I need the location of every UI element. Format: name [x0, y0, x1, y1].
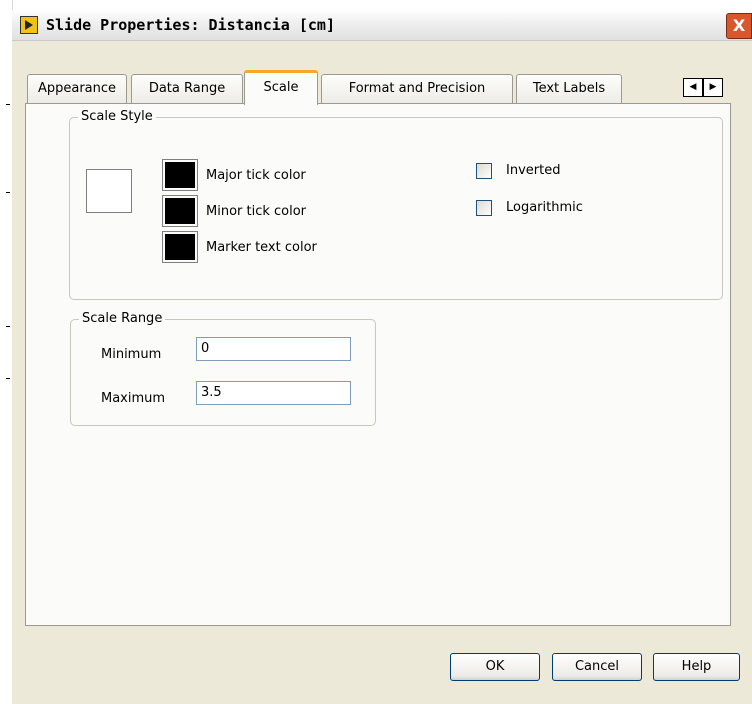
major-tick-color-label: Major tick color [206, 168, 306, 183]
triangle-right-icon[interactable]: ▶ [703, 78, 723, 97]
labview-app-icon [20, 16, 38, 34]
window-title: Slide Properties: Distancia [cm] [46, 16, 335, 34]
marker-text-color-label: Marker text color [206, 240, 317, 255]
edge-tick [6, 326, 10, 327]
minimum-input[interactable]: 0 [196, 337, 351, 361]
scale-style-legend: Scale Style [78, 109, 156, 125]
close-button[interactable]: X [726, 13, 752, 39]
maximum-input[interactable]: 3.5 [196, 381, 351, 405]
scale-range-group [70, 319, 376, 426]
major-tick-color-swatch[interactable] [162, 159, 198, 191]
triangle-left-icon[interactable]: ◀ [683, 78, 703, 97]
marker-text-color-swatch[interactable] [162, 231, 198, 263]
edge-tick [6, 378, 10, 379]
tab-scroll-buttons: ◀ ▶ [683, 78, 727, 97]
ok-button[interactable]: OK [450, 653, 540, 681]
logarithmic-label: Logarithmic [506, 200, 583, 215]
cancel-button[interactable]: Cancel [552, 653, 642, 681]
scale-tab-panel: Scale Style Major tick color Minor tick … [25, 103, 731, 626]
tab-data-range[interactable]: Data Range [131, 74, 243, 104]
title-bar[interactable]: Slide Properties: Distancia [cm] X [12, 10, 752, 41]
minor-tick-color-swatch[interactable] [162, 195, 198, 227]
edge-tick [6, 192, 10, 193]
tab-scale[interactable]: Scale [244, 70, 318, 105]
maximum-label: Maximum [101, 391, 166, 406]
scale-preview-box [86, 169, 132, 213]
edge-tick [6, 104, 10, 105]
tab-text-labels[interactable]: Text Labels [516, 74, 622, 104]
inverted-label: Inverted [506, 163, 561, 178]
minor-tick-color-label: Minor tick color [206, 204, 307, 219]
tab-format-and-precision[interactable]: Format and Precision [321, 74, 513, 104]
scale-range-legend: Scale Range [79, 311, 166, 327]
minimum-label: Minimum [101, 347, 162, 362]
logarithmic-checkbox[interactable] [476, 200, 492, 216]
tab-appearance[interactable]: Appearance [27, 74, 127, 104]
help-button[interactable]: Help [653, 653, 740, 681]
inverted-checkbox[interactable] [476, 163, 492, 179]
